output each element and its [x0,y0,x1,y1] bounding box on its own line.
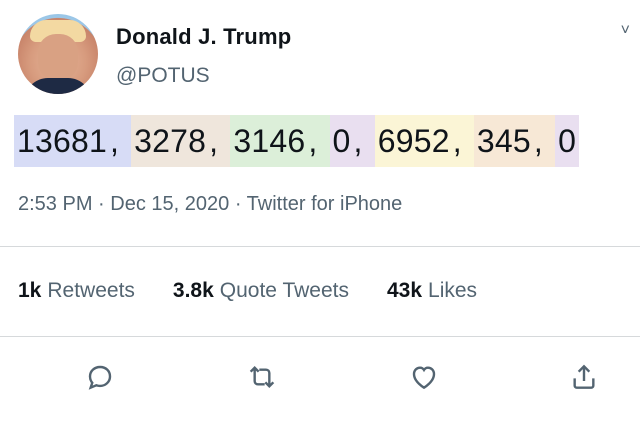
divider [0,246,640,247]
share-button[interactable] [562,355,606,399]
tweet-number-token: 6952 [374,115,453,167]
tweet-separator: , [109,115,132,167]
retweets-stat[interactable]: 1k Retweets [18,279,135,303]
tweet-token-group: 345, [473,115,556,167]
tweet-separator: , [452,115,474,167]
tweet-number-token: 0 [329,115,354,167]
divider [0,336,640,337]
tweet-number-token: 0 [555,115,580,167]
quote-tweets-stat[interactable]: 3.8k Quote Tweets [173,279,349,303]
reply-button[interactable] [78,355,122,399]
meta-dot: · [234,193,247,215]
avatar-face [38,34,78,82]
retweet-button[interactable] [240,355,284,399]
tweet-number-token: 345 [473,115,534,167]
quote-tweets-label: Quote Tweets [219,279,349,302]
tweet-separator: , [353,115,375,167]
tweet-number-token: 3146 [230,115,309,167]
tweet-source[interactable]: Twitter for iPhone [247,193,403,215]
tweet-token-group: 3278, [131,115,231,167]
tweet-header: Donald J. Trump @POTUS ˅ [18,14,630,96]
tweet-separator: , [209,115,231,167]
tweet-text: 13681, 3278, 3146, 0, 6952, 345, 0 [14,115,580,167]
tweet-separator: , [308,115,330,167]
quote-tweets-count: 3.8k [172,279,214,302]
reply-icon [88,365,112,390]
tweet-meta: 2:53 PM · Dec 15, 2020 · Twitter for iPh… [18,193,402,216]
tweet-date[interactable]: Dec 15, 2020 [110,193,229,215]
tweet-token-group: 6952, [374,115,474,167]
tweet-token-group: 3146, [230,115,330,167]
retweets-label: Retweets [47,279,135,302]
tweet-time[interactable]: 2:53 PM [18,193,92,215]
share-icon [573,364,595,389]
tweet-number-token: 13681 [14,115,110,167]
avatar[interactable] [18,14,98,94]
author-handle[interactable]: @POTUS [116,64,210,88]
likes-label: Likes [428,279,478,302]
author-name[interactable]: Donald J. Trump [116,24,291,50]
avatar-suit [24,78,92,94]
tweet-actions [0,355,640,399]
tweet-number-token: 3278 [131,115,210,167]
retweets-count: 1k [18,279,42,302]
meta-dot: · [98,193,111,215]
tweet-separator: , [533,115,556,167]
tweet-stats: 1k Retweets 3.8k Quote Tweets 43k Likes [18,279,477,303]
tweet-token-group: 13681, [14,115,132,167]
likes-stat[interactable]: 43k Likes [387,279,477,303]
tweet-token-group: 0, [329,115,375,167]
heart-icon [412,366,436,390]
likes-count: 43k [386,279,423,302]
retweet-icon [249,365,275,389]
more-options-icon[interactable]: ˅ [621,22,630,40]
like-button[interactable] [402,355,446,399]
